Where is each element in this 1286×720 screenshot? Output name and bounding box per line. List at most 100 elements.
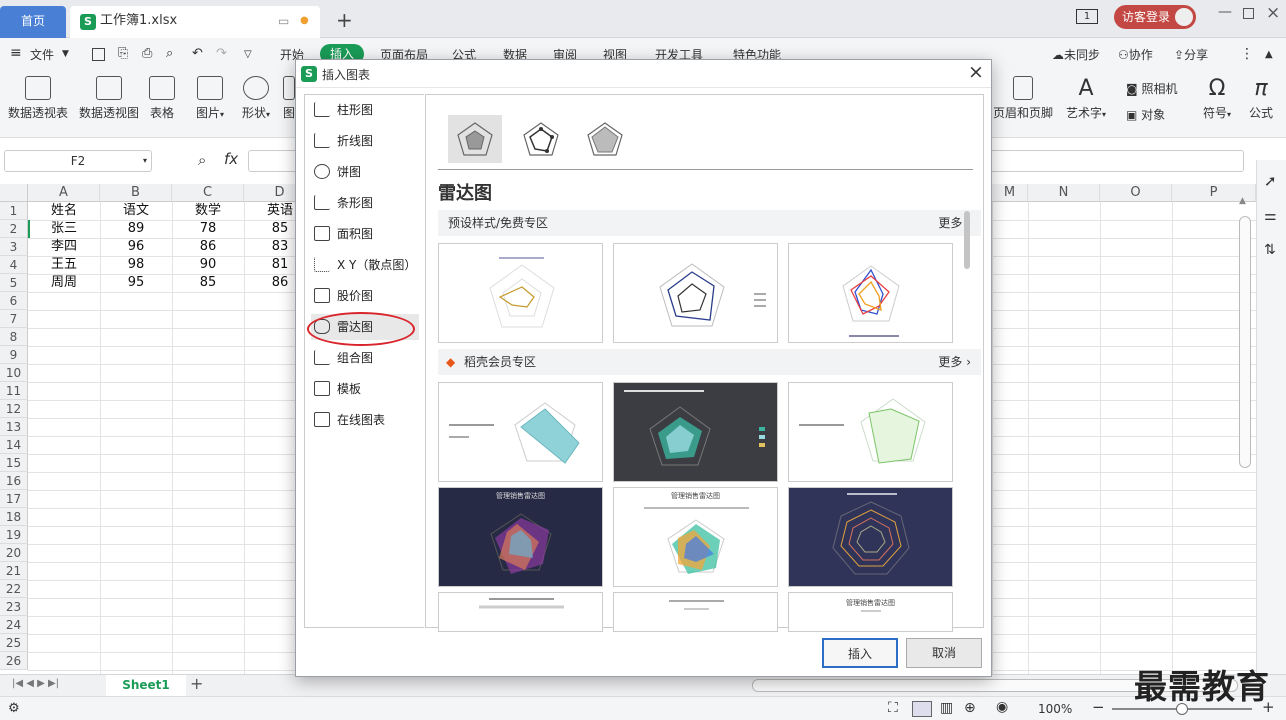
row-header[interactable]: 24 [0,616,28,634]
category-stock[interactable]: 股价图 [311,283,419,309]
sheet-cell[interactable]: 周周 [28,274,100,292]
header-footer-button[interactable]: 页眉和页脚 [992,76,1054,121]
sheet-cell[interactable]: 89 [100,220,172,238]
row-header[interactable]: 22 [0,580,28,598]
row-header[interactable]: 18 [0,508,28,526]
close-window-icon[interactable]: × [1266,3,1280,23]
member-template-4[interactable]: 管理销售雷达图 [438,487,603,587]
sheet-nav-icons[interactable]: |◀ ◀ ▶ ▶| [12,678,59,689]
add-sheet-icon[interactable]: + [190,674,203,693]
radar-template-2[interactable] [613,243,778,343]
row-header[interactable]: 20 [0,544,28,562]
category-scatter[interactable]: X Y（散点图） [311,252,419,278]
pointer-icon[interactable]: ➚ [1264,172,1277,190]
page-break-view-icon[interactable]: ⊕ [964,700,976,716]
column-header-b[interactable]: B [100,184,172,202]
preview-scrollbar[interactable] [964,211,970,269]
category-area[interactable]: 面积图 [311,221,419,247]
maximize-icon[interactable] [1243,8,1254,19]
object-button[interactable]: ▣ 对象 [1126,106,1165,123]
column-header-m[interactable]: M [992,184,1028,202]
normal-view-icon[interactable] [912,701,932,717]
sheet-cell[interactable]: 95 [100,274,172,292]
member-template-8[interactable] [613,592,778,632]
pivot-table-button[interactable]: 数据透视表 [6,76,70,121]
chevron-down-icon[interactable]: ▾ [143,151,147,171]
row-header[interactable]: 12 [0,400,28,418]
table-button[interactable]: 表格 [146,76,178,121]
row-header[interactable]: 7 [0,310,28,328]
column-header-n[interactable]: N [1028,184,1100,202]
more-options-icon[interactable]: ⋮ [1240,46,1254,62]
section-member-more[interactable]: 更多 › [938,349,971,375]
sheet-cell[interactable]: 85 [172,274,244,292]
category-line[interactable]: 折线图 [311,128,419,154]
tab-home[interactable]: 首页 [0,6,66,38]
row-header[interactable]: 25 [0,634,28,652]
monitor-icon[interactable]: ▭ [278,6,289,36]
member-template-5[interactable]: 管理销售雷达图 [613,487,778,587]
row-header[interactable]: 16 [0,472,28,490]
name-box[interactable]: F2 ▾ [4,150,152,172]
column-header-a[interactable]: A [28,184,100,202]
category-bar[interactable]: 条形图 [311,190,419,216]
row-header[interactable]: 15 [0,454,28,472]
sheet-cell[interactable]: 李四 [28,238,100,256]
radar-subtype-markers[interactable] [514,115,568,163]
radar-template-1[interactable] [438,243,603,343]
share-button[interactable]: ⇪分享 [1174,46,1208,63]
fx-icon[interactable]: fx [224,150,238,168]
member-template-7[interactable] [438,592,603,632]
radar-subtype-filled[interactable] [578,115,632,163]
zoom-out-icon[interactable]: − [1092,698,1105,716]
row-header[interactable]: 26 [0,652,28,670]
sheet-cell[interactable]: 语文 [100,202,172,220]
column-header-c[interactable]: C [172,184,244,202]
minimize-icon[interactable]: — [1218,4,1232,20]
zoom-level[interactable]: 100% [1038,702,1072,716]
more-quick-icon[interactable]: ▽ [244,49,252,60]
word-art-button[interactable]: A 艺术字▾ [1062,76,1110,121]
sheet-cell[interactable]: 96 [100,238,172,256]
page-layout-view-icon[interactable]: ▥ [940,700,953,716]
row-header[interactable]: 10 [0,364,28,382]
select-all-corner[interactable] [0,184,28,202]
row-header[interactable]: 11 [0,382,28,400]
row-header[interactable]: 2 [0,220,28,238]
chevron-down-icon[interactable]: ▼ [62,49,69,59]
category-online[interactable]: 在线图表 [311,407,419,433]
collapse-ribbon-icon[interactable]: ▲ [1265,49,1273,60]
picture-button[interactable]: 图片▾ [192,76,228,121]
scroll-up-icon[interactable]: ▲ [1239,196,1246,206]
sheet-cell[interactable]: 90 [172,256,244,274]
row-header[interactable]: 5 [0,274,28,292]
symbol-button[interactable]: Ω 符号▾ [1200,76,1234,121]
member-template-2[interactable] [613,382,778,482]
sheet-cell[interactable]: 张三 [28,220,100,238]
radar-template-3[interactable] [788,243,953,343]
member-template-3[interactable] [788,382,953,482]
sheet-cell[interactable]: 王五 [28,256,100,274]
category-template[interactable]: 模板 [311,376,419,402]
row-header[interactable]: 6 [0,292,28,310]
format-icon[interactable]: ⇅ [1264,242,1276,258]
print-preview-icon[interactable]: ⌕ [166,46,173,61]
sheet-cell[interactable]: 86 [172,238,244,256]
category-combo[interactable]: 组合图 [311,345,419,371]
redo-icon[interactable]: ↷ [216,46,227,61]
hamburger-icon[interactable]: ≡ [10,45,22,61]
macro-record-icon[interactable]: ⚙ [8,701,20,716]
row-header[interactable]: 21 [0,562,28,580]
sync-status[interactable]: ☁未同步 [1052,46,1100,63]
category-pie[interactable]: 饼图 [311,159,419,185]
row-header[interactable]: 9 [0,346,28,364]
cancel-button[interactable]: 取消 [906,638,982,668]
icon-button[interactable]: 图 [282,76,296,121]
row-header[interactable]: 19 [0,526,28,544]
sheet-cell[interactable]: 78 [172,220,244,238]
collaborate-button[interactable]: ⚇协作 [1118,46,1153,63]
sheet-tab-sheet1[interactable]: Sheet1 [106,675,186,696]
row-header[interactable]: 14 [0,436,28,454]
member-template-1[interactable] [438,382,603,482]
eye-protect-icon[interactable]: ◉ [996,699,1008,715]
